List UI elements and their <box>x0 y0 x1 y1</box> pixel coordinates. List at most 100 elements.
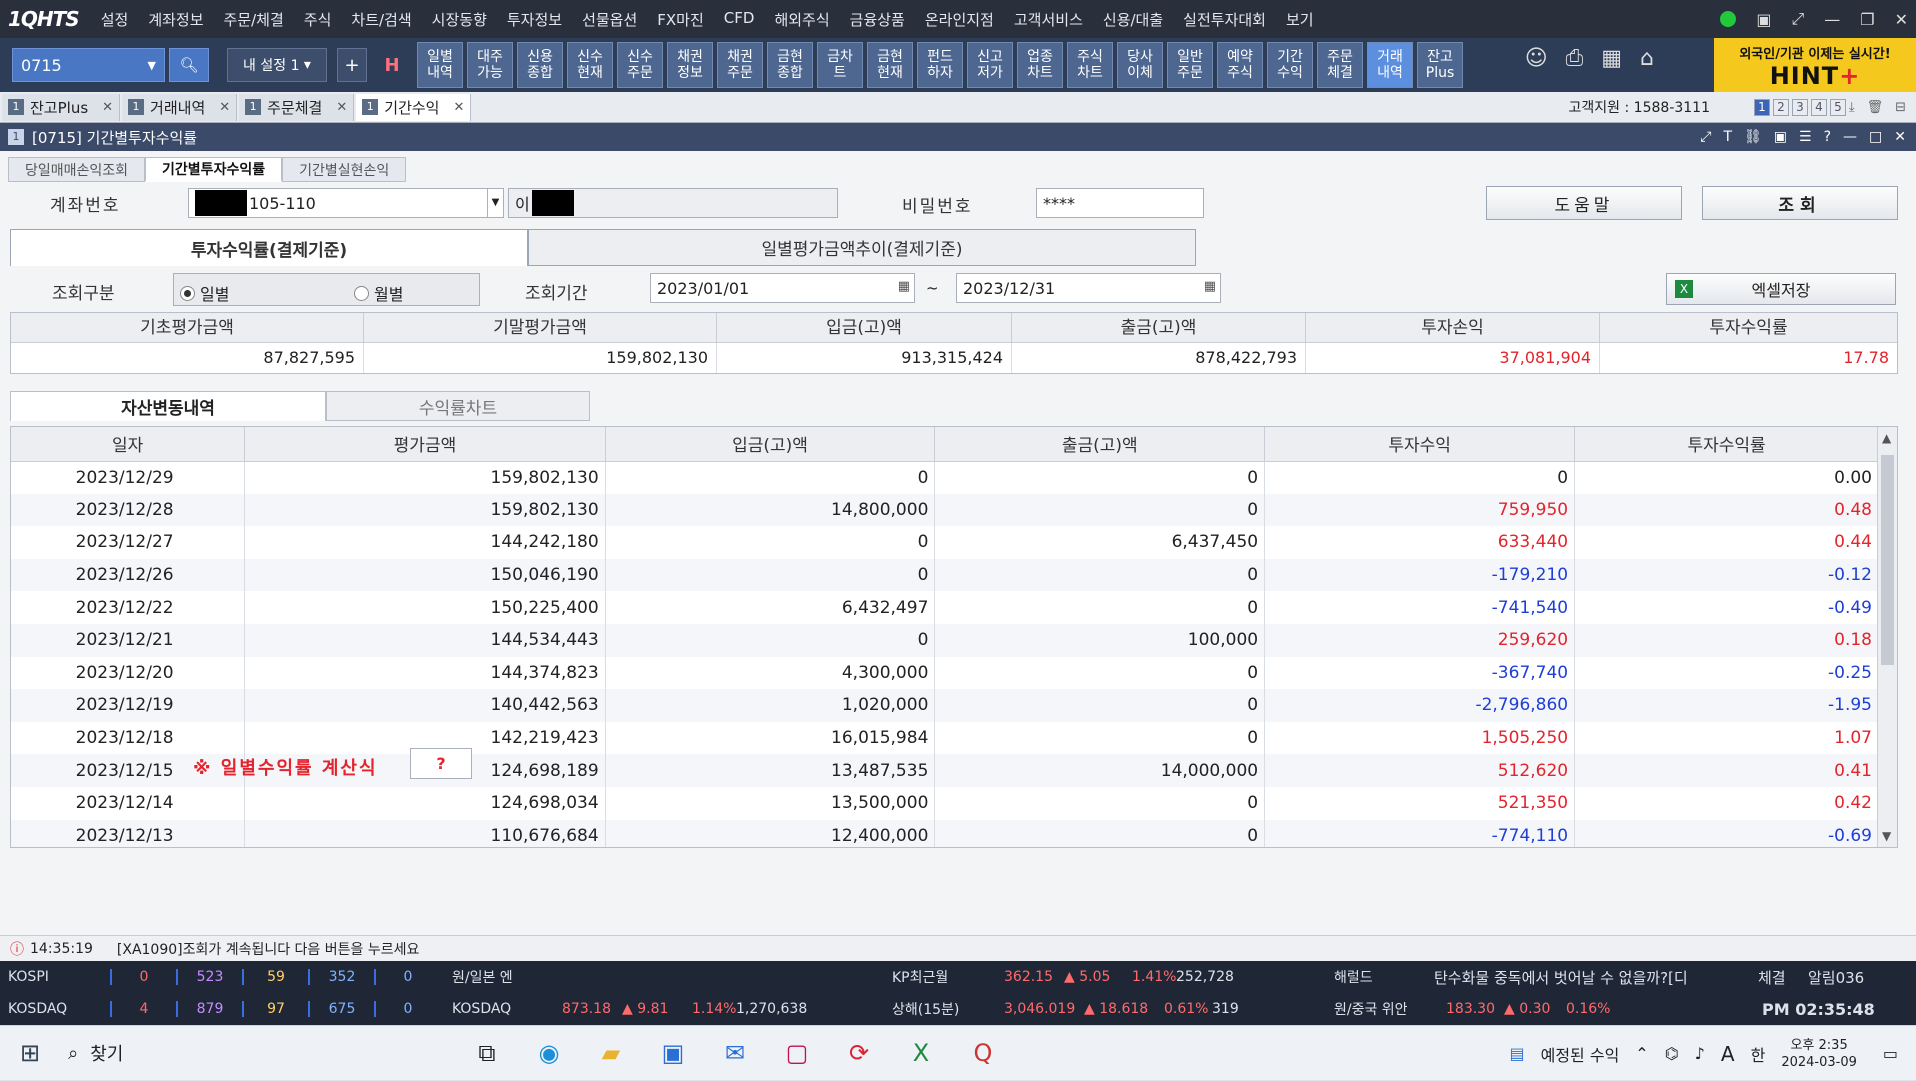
column-header[interactable]: 투자수익률 <box>1574 427 1879 462</box>
formula-help-button[interactable]: ? <box>410 748 472 779</box>
table-row[interactable]: 2023/12/14 124,698,034 13,500,000 0 521,350 0… <box>11 786 1879 820</box>
close-icon[interactable]: ✕ <box>336 100 347 115</box>
windows-start-icon[interactable]: ⊞ <box>20 1039 40 1067</box>
layout-page-button[interactable]: 2 <box>1773 98 1789 116</box>
store-icon[interactable]: ▣ <box>656 1039 690 1067</box>
quick-button[interactable]: 당사 이체 <box>1117 42 1163 88</box>
window-maximize-icon[interactable]: □ <box>1869 129 1882 145</box>
menu-item[interactable]: 해외주식 <box>764 9 839 30</box>
table-row[interactable]: 2023/12/26 150,046,190 0 0 -179,210 -0.12 <box>11 558 1879 592</box>
query-button[interactable]: 조회 <box>1702 186 1898 220</box>
bookmark-h-icon[interactable]: H <box>377 48 407 82</box>
radio-daily[interactable]: 일별 <box>180 281 229 305</box>
mail-icon[interactable]: ✉ <box>718 1039 752 1067</box>
layout-page-button[interactable]: 3 <box>1792 98 1808 116</box>
tab-investment-return[interactable]: 투자수익률(결제기준) <box>10 229 528 266</box>
list-icon[interactable]: ☰ <box>1799 129 1812 145</box>
menu-item[interactable]: 차트/검색 <box>341 9 421 30</box>
notification-icon[interactable]: ▭ <box>1883 1044 1898 1063</box>
sync-icon[interactable]: ⟳ <box>842 1039 876 1067</box>
layout-page-button[interactable]: 5 <box>1830 98 1846 116</box>
menu-item[interactable]: 계좌정보 <box>138 9 213 30</box>
window-tab[interactable]: 1 거래내역 ✕ <box>122 93 238 121</box>
trash-icon[interactable]: 🗑︎ <box>1867 100 1884 115</box>
quick-button[interactable]: 대주 가능 <box>467 42 513 88</box>
subtab-realized-pnl[interactable]: 기간별실현손익 <box>282 157 407 182</box>
print-icon[interactable]: ⎙ <box>1566 46 1584 71</box>
scroll-thumb[interactable] <box>1881 455 1894 665</box>
table-row[interactable]: 2023/12/21 144,534,443 0 100,000 259,620 0.18 <box>11 623 1879 657</box>
popout-icon[interactable]: ⤢ <box>1700 129 1711 145</box>
layout-page-button[interactable]: 1 <box>1754 98 1770 116</box>
menu-item[interactable]: 신용/대출 <box>1093 9 1173 30</box>
quick-button[interactable]: 채권 정보 <box>667 42 713 88</box>
subtab-period-return[interactable]: 기간별투자수익률 <box>145 157 283 182</box>
save-layout-icon[interactable]: ⊟ <box>1895 100 1906 115</box>
news-headline[interactable]: 탄수화물 중독에서 벗어날 수 없을까?[디 <box>1434 967 1688 988</box>
my-settings-select[interactable]: 내 설정 1 ▾ <box>227 48 327 82</box>
window-snap-icon[interactable]: ▣ <box>1756 10 1771 29</box>
task-view-icon[interactable]: ⧉ <box>470 1039 504 1067</box>
menu-item[interactable]: 실전투자대회 <box>1173 9 1276 30</box>
table-row[interactable]: 2023/12/19 140,442,563 1,020,000 0 -2,796,86… <box>11 689 1879 722</box>
window-close-icon[interactable]: ✕ <box>1894 129 1906 145</box>
scheduled-label[interactable]: 예정된 수익 <box>1541 1042 1620 1066</box>
quick-button[interactable]: 펀드 하자 <box>917 42 963 88</box>
expand-icon[interactable]: ⤢ <box>1791 9 1804 29</box>
quick-button[interactable]: 금차 트 <box>817 42 863 88</box>
quick-button[interactable]: 채권 주문 <box>717 42 763 88</box>
column-header[interactable]: 입금(고)액 <box>605 427 936 462</box>
download-icon[interactable]: ⤓ <box>1849 100 1855 115</box>
menu-item[interactable]: 금융상품 <box>840 9 915 30</box>
menu-item[interactable]: 주문/체결 <box>214 9 294 30</box>
quick-button[interactable]: 금현 종합 <box>767 42 813 88</box>
chevron-down-icon[interactable]: ▼ <box>487 189 503 217</box>
taskbar-search[interactable]: ⌕ 찾기 <box>68 1040 123 1066</box>
column-header[interactable]: 출금(고)액 <box>934 427 1266 462</box>
table-row[interactable]: 2023/12/22 150,225,400 6,432,497 0 -741,540-… <box>11 591 1879 624</box>
add-icon[interactable]: + <box>337 48 367 82</box>
excel-app-icon[interactable]: X <box>904 1039 938 1067</box>
scroll-up-icon[interactable]: ▲ <box>1882 431 1891 445</box>
menu-item[interactable]: CFD <box>714 9 765 30</box>
menu-item[interactable]: 온라인지점 <box>915 9 1004 30</box>
menu-item[interactable]: 선물옵션 <box>572 9 647 30</box>
close-icon[interactable]: ✕ <box>219 100 230 115</box>
network-icon[interactable]: ⌬ <box>1665 1044 1679 1063</box>
minimize-icon[interactable]: — <box>1824 10 1840 29</box>
quick-button[interactable]: 신용 종합 <box>517 42 563 88</box>
lock-icon[interactable]: ▣ <box>1774 129 1787 145</box>
menu-item[interactable]: 시장동향 <box>422 9 497 30</box>
edge-icon[interactable]: ◉ <box>532 1039 566 1067</box>
layout-page-button[interactable]: 4 <box>1811 98 1827 116</box>
grid-scrollbar[interactable]: ▲ ▼ <box>1877 427 1897 847</box>
window-tab[interactable]: 1 기간수익 ✕ <box>356 93 472 121</box>
search-button[interactable]: 🔍︎ <box>169 48 209 82</box>
radio-monthly[interactable]: 월별 <box>354 281 403 305</box>
hts-app-icon[interactable]: Q <box>966 1039 1000 1067</box>
menu-item[interactable]: 고객서비스 <box>1004 9 1093 30</box>
quick-button[interactable]: 예약 주식 <box>1217 42 1263 88</box>
help-icon[interactable]: ? <box>1824 129 1831 145</box>
table-row[interactable]: 2023/12/28 159,802,130 14,800,000 0 759,950 0… <box>11 493 1879 527</box>
hint-banner[interactable]: 외국인/기관 이제는 실시간! HINT+ <box>1714 38 1916 92</box>
password-field[interactable]: **** <box>1036 188 1204 218</box>
screen-number-select[interactable]: 0715 ▼ <box>12 48 165 82</box>
column-header[interactable]: 일자 <box>11 427 246 462</box>
menu-item[interactable]: 설정 <box>91 9 139 30</box>
calculator-icon[interactable]: ▦ <box>1601 46 1622 71</box>
table-row[interactable]: 2023/12/18 142,219,423 16,015,984 0 1,505,25… <box>11 721 1879 755</box>
ime-indicator[interactable]: 한 <box>1751 1042 1766 1066</box>
close-icon[interactable]: ✕ <box>1895 10 1908 29</box>
restore-icon[interactable]: ❐ <box>1860 10 1874 29</box>
chevron-up-icon[interactable]: ⌃ <box>1635 1044 1648 1063</box>
app-icon[interactable]: ▢ <box>780 1039 814 1067</box>
close-icon[interactable]: ✕ <box>453 100 464 115</box>
date-from-field[interactable]: 2023/01/01 ▦ <box>650 273 915 303</box>
calendar-icon[interactable]: ▦ <box>898 279 910 294</box>
table-row[interactable]: 2023/12/29 159,802,130 0 0 0 0.00 <box>11 461 1879 494</box>
window-tab[interactable]: 1 주문체결 ✕ <box>239 93 355 121</box>
quick-button[interactable]: 신수 현재 <box>567 42 613 88</box>
quick-button[interactable]: 주식 차트 <box>1067 42 1113 88</box>
table-row[interactable]: 2023/12/27 144,242,180 0 6,437,450 633,440 0.… <box>11 526 1879 559</box>
